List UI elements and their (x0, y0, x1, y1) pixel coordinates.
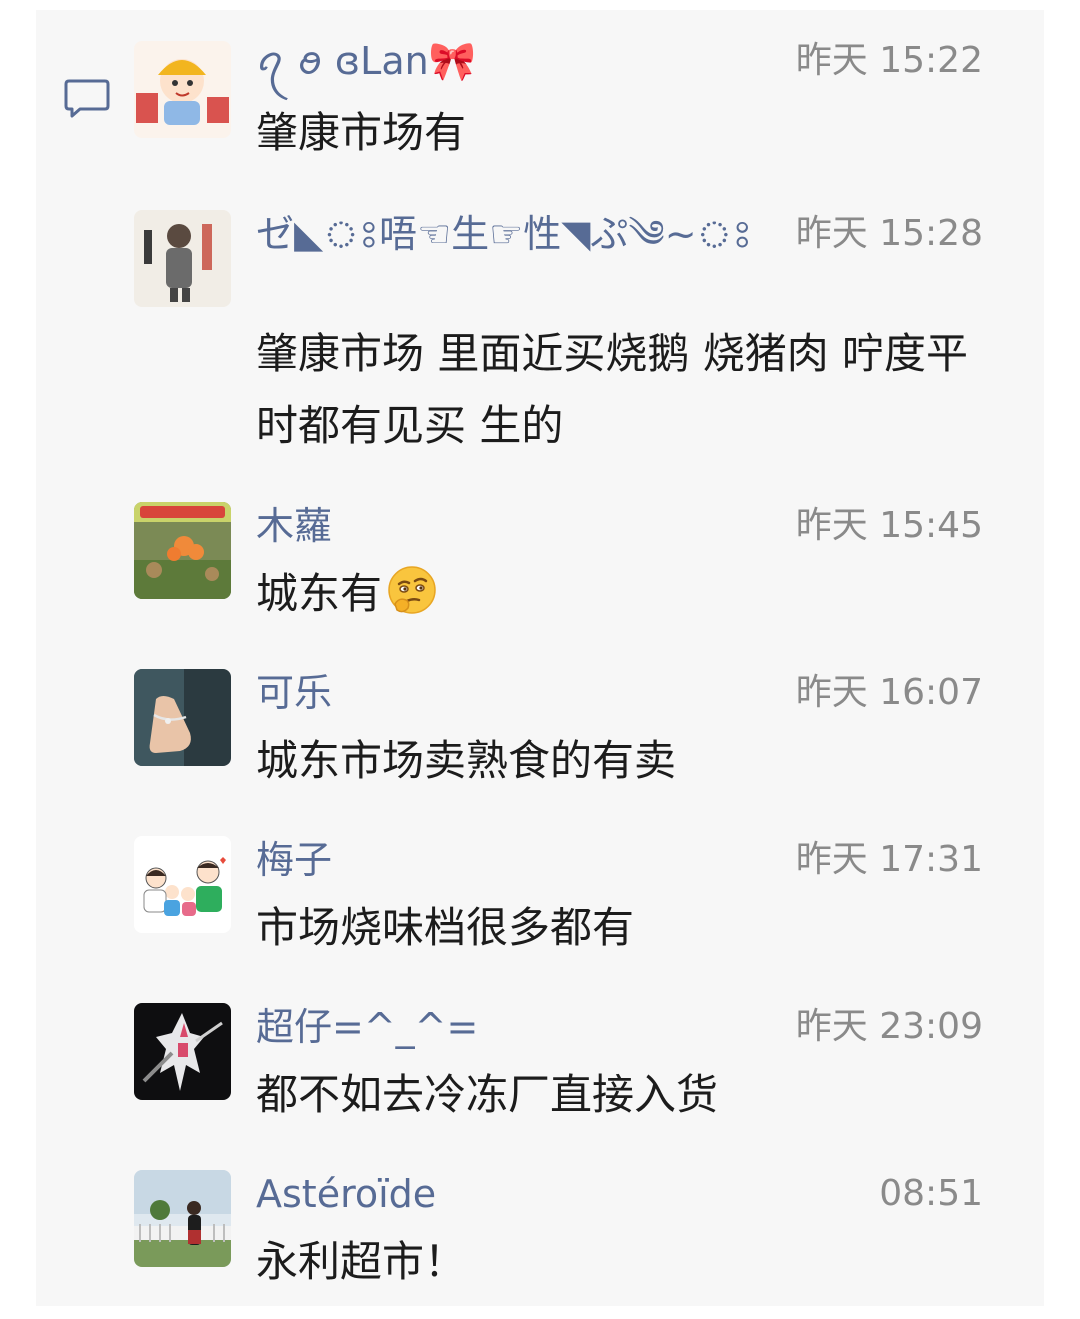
comment-time: 昨天 23:09 (795, 1006, 983, 1047)
comment-time: 昨天 15:45 (795, 505, 983, 546)
commenter-name[interactable]: 木蘿 (256, 500, 332, 552)
comment-text: 城东有 (256, 558, 986, 630)
comment-item: 梅子 昨天 17:31 市场烧味档很多都有 (0, 834, 1080, 974)
comment-text: 城东市场卖熟食的有卖 (256, 736, 677, 785)
thinking-face-emoji-icon (388, 566, 436, 614)
comment-time: 昨天 15:28 (795, 213, 983, 254)
comment-time: 昨天 15:22 (795, 40, 983, 81)
avatar[interactable] (134, 502, 231, 599)
commenter-name[interactable]: ꪖ ꪮ ɞLan🎀 (256, 35, 476, 87)
comment-time: 昨天 17:31 (795, 839, 983, 880)
comment-item: Astéroïde 08:51 永利超市！ (0, 1168, 1080, 1308)
commenter-name[interactable]: 梅子 (256, 834, 332, 886)
comment-item: 可乐 昨天 16:07 城东市场卖熟食的有卖 (0, 667, 1080, 807)
commenter-name[interactable]: ゼ◣ঃ唔☜生☞性◥ぷ༄~ঃ (256, 208, 752, 260)
avatar[interactable] (134, 210, 231, 307)
commenter-name[interactable]: 超仔=^_^= (256, 1001, 478, 1053)
comment-time: 08:51 (879, 1173, 983, 1214)
avatar[interactable] (134, 836, 231, 933)
comment-text: 市场烧味档很多都有 (256, 903, 635, 952)
comment-text: 肇康市场 里面近买烧鹅 烧猪肉 咛度平时都有见买 生的 (256, 329, 969, 450)
comment-item: ꪖ ꪮ ɞLan🎀 昨天 15:22 肇康市场有 (0, 35, 1080, 175)
comment-time: 昨天 16:07 (795, 672, 983, 713)
comment-text: 肇康市场有 (256, 108, 467, 157)
avatar[interactable] (134, 1003, 231, 1100)
avatar[interactable] (134, 669, 231, 766)
comment-text-content: 城东有 (256, 569, 383, 618)
commenter-name[interactable]: 可乐 (256, 667, 332, 719)
avatar[interactable] (134, 1170, 231, 1267)
comment-item: ゼ◣ঃ唔☜生☞性◥ぷ༄~ঃ 昨天 15:28 肇康市场 里面近买烧鹅 烧猪肉 咛… (0, 208, 1080, 468)
comment-text: 永利超市！ (256, 1237, 467, 1286)
commenter-name[interactable]: Astéroïde (256, 1168, 436, 1220)
comment-text: 都不如去冷冻厂直接入货 (256, 1070, 719, 1119)
comment-item: 超仔=^_^= 昨天 23:09 都不如去冷冻厂直接入货 (0, 1001, 1080, 1141)
comment-item: 木蘿 昨天 15:45 城东有 (0, 500, 1080, 640)
avatar[interactable] (134, 41, 231, 138)
